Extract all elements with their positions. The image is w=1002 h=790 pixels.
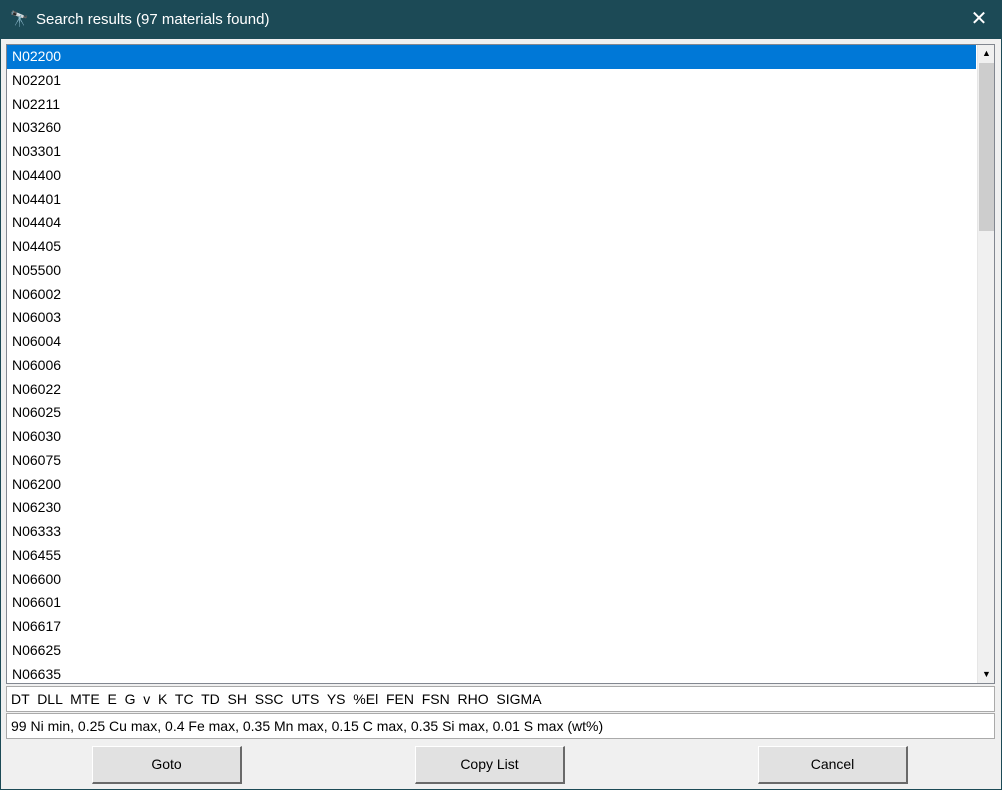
scroll-down-icon[interactable]: ▼: [978, 666, 994, 683]
list-item[interactable]: N06455: [7, 544, 976, 568]
list-item[interactable]: N06601: [7, 591, 976, 615]
list-item[interactable]: N06075: [7, 449, 976, 473]
list-item[interactable]: N06617: [7, 615, 976, 639]
composition-field: 99 Ni min, 0.25 Cu max, 0.4 Fe max, 0.35…: [6, 713, 995, 739]
list-item[interactable]: N04405: [7, 235, 976, 259]
vertical-scrollbar[interactable]: ▲ ▼: [977, 45, 994, 683]
list-item[interactable]: N06002: [7, 283, 976, 307]
list-item[interactable]: N04404: [7, 211, 976, 235]
list-item[interactable]: N06025: [7, 401, 976, 425]
results-list[interactable]: N02200 N02201 N02211 N03260 N03301 N04400 N044…: [6, 44, 995, 684]
binoculars-icon: 🔭: [10, 11, 29, 28]
list-item[interactable]: N06022: [7, 378, 976, 402]
list-item[interactable]: N02201: [7, 69, 976, 93]
list-item[interactable]: N03301: [7, 140, 976, 164]
goto-button[interactable]: Goto: [92, 746, 242, 784]
title-bar: 🔭 Search results (97 materials found) ✕: [0, 0, 1002, 39]
list-item[interactable]: N02211: [7, 93, 976, 117]
list-item[interactable]: N05500: [7, 259, 976, 283]
scrollbar-thumb[interactable]: [979, 63, 994, 231]
list-item[interactable]: N06333: [7, 520, 976, 544]
scroll-up-icon[interactable]: ▲: [978, 45, 994, 62]
list-item[interactable]: N04401: [7, 188, 976, 212]
list-item[interactable]: N06003: [7, 306, 976, 330]
list-item[interactable]: N06625: [7, 639, 976, 663]
list-item[interactable]: N06635: [7, 663, 976, 684]
copy-list-button[interactable]: Copy List: [415, 746, 565, 784]
properties-field: DT DLL MTE E G v K TC TD SH SSC UTS YS %…: [6, 686, 995, 712]
list-item[interactable]: N06230: [7, 496, 976, 520]
list-item[interactable]: N06600: [7, 568, 976, 592]
list-item[interactable]: N03260: [7, 116, 976, 140]
list-item[interactable]: N06006: [7, 354, 976, 378]
dialog-body: N02200 N02201 N02211 N03260 N03301 N04400 N044…: [1, 39, 1001, 789]
list-item[interactable]: N06030: [7, 425, 976, 449]
list-item[interactable]: N06004: [7, 330, 976, 354]
close-button[interactable]: ✕: [956, 0, 1002, 39]
window-title: Search results (97 materials found): [36, 11, 270, 28]
list-item[interactable]: N06200: [7, 473, 976, 497]
cancel-button[interactable]: Cancel: [758, 746, 908, 784]
list-item[interactable]: N02200: [7, 45, 976, 69]
list-item[interactable]: N04400: [7, 164, 976, 188]
